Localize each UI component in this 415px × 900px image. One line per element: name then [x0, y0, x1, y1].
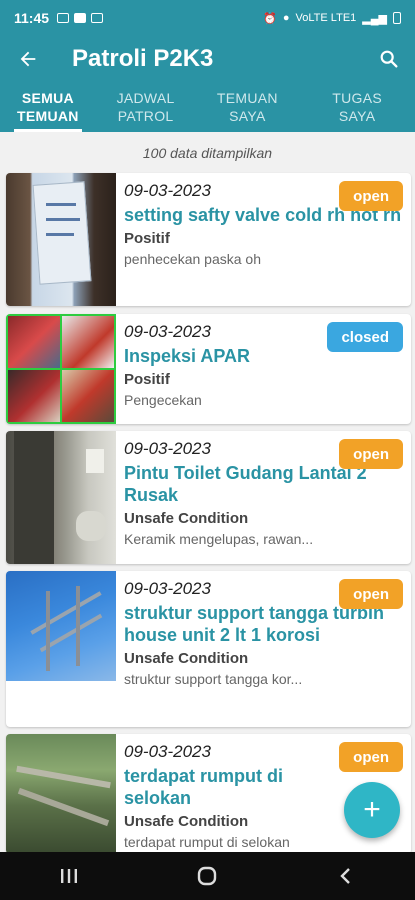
notification-icon [91, 13, 104, 23]
status-badge: closed [327, 322, 403, 352]
battery-icon [393, 12, 401, 24]
list-item[interactable]: 09-03-2023 Inspeksi APAR Positif Pengece… [6, 314, 411, 424]
status-badge: open [339, 742, 403, 772]
add-icon: + [363, 793, 381, 826]
list-item[interactable]: 09-03-2023 setting safty valve cold rh h… [6, 173, 411, 306]
notification-icon [74, 13, 87, 23]
location-icon: ● [282, 12, 290, 24]
tab-semua-temuan[interactable]: SEMUA TEMUAN [0, 82, 96, 132]
status-badge: open [339, 181, 403, 211]
system-nav-bar [0, 852, 415, 900]
home-icon [198, 866, 217, 886]
list-item[interactable]: 09-03-2023 struktur support tangga turbi… [6, 571, 411, 727]
status-badge: open [339, 579, 403, 609]
recent-apps-icon [61, 869, 78, 883]
finding-category: Unsafe Condition [124, 650, 249, 667]
list-item[interactable]: 09-03-2023 Pintu Toilet Gudang Lantai 2 … [6, 431, 411, 564]
app-bar: Patroli P2K3 [0, 36, 415, 82]
add-finding-button[interactable]: + [344, 782, 400, 838]
finding-photo [6, 314, 116, 424]
finding-description: penhecekan paska oh [124, 251, 261, 267]
finding-photo [6, 431, 116, 564]
finding-category: Positif [124, 371, 170, 388]
finding-photo [6, 571, 116, 681]
system-icons: ⏰ ● VoLTE LTE1 ▂▄▆ [263, 12, 401, 25]
finding-category: Unsafe Condition [124, 510, 249, 527]
tab-tugas-saya[interactable]: TUGAS SAYA [299, 82, 415, 132]
finding-description: struktur support tangga kor... [124, 671, 303, 687]
network-label: VoLTE LTE1 [295, 12, 357, 24]
page-title: Patroli P2K3 [72, 45, 214, 72]
finding-photo [6, 173, 116, 306]
recent-apps-button[interactable] [39, 856, 99, 896]
tab-jadwal-patrol[interactable]: JADWAL PATROL [96, 82, 196, 132]
finding-category: Positif [124, 230, 170, 247]
status-bar: 11:45 ⏰ ● VoLTE LTE1 ▂▄▆ [0, 0, 415, 36]
arrow-left-icon [20, 51, 36, 67]
finding-photo [6, 734, 116, 854]
alarm-icon: ⏰ [263, 12, 277, 25]
finding-description: Keramik mengelupas, rawan... [124, 531, 314, 547]
back-nav-button[interactable] [316, 856, 376, 896]
search-icon [380, 50, 398, 68]
status-time: 11:45 [14, 10, 50, 26]
status-badge: open [339, 439, 403, 469]
chevron-left-icon [340, 868, 350, 884]
result-count: 100 data ditampilkan [142, 145, 273, 161]
back-button[interactable] [0, 36, 56, 82]
notification-icons [57, 13, 104, 23]
finding-description: Pengecekan [124, 392, 202, 408]
finding-description: terdapat rumput di selokan [124, 834, 290, 850]
home-button[interactable] [177, 856, 237, 896]
tab-bar: SEMUA TEMUAN JADWAL PATROL TEMUAN SAYA T… [0, 82, 415, 132]
search-button[interactable] [363, 36, 415, 82]
signal-icon: ▂▄▆ [362, 12, 387, 25]
tab-temuan-saya[interactable]: TEMUAN SAYA [196, 82, 300, 132]
notification-icon [57, 13, 70, 23]
